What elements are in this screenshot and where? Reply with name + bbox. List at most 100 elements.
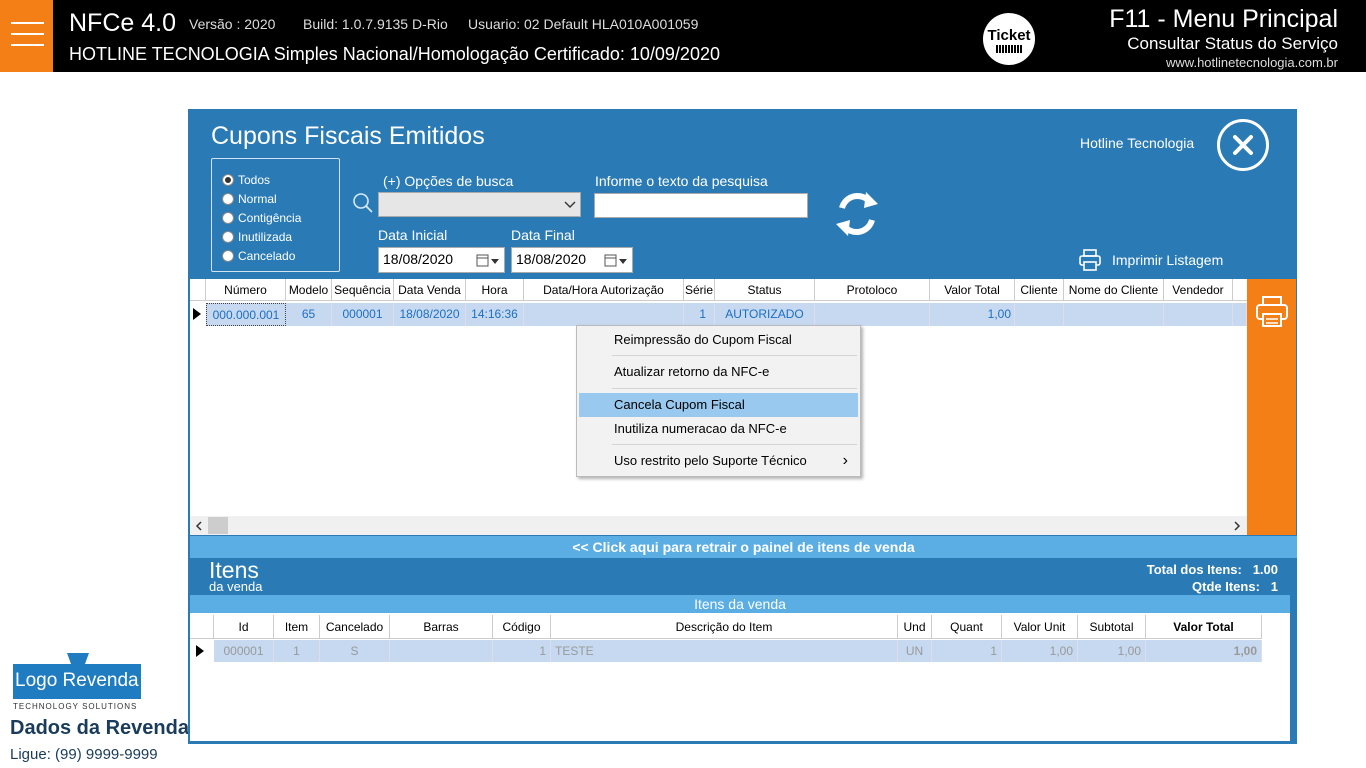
col-serie[interactable]: Série: [684, 279, 715, 301]
row-pointer-icon: [196, 645, 204, 657]
dialog-title: Cupons Fiscais Emitidos: [211, 122, 485, 150]
table-cell[interactable]: 14:16:36: [466, 303, 524, 326]
col-valor-total[interactable]: Valor Total: [930, 279, 1015, 301]
col-item[interactable]: Item: [274, 615, 320, 639]
col-cliente[interactable]: Cliente: [1015, 279, 1064, 301]
calendar-icon[interactable]: [604, 254, 628, 268]
col-protocolo[interactable]: Protoloco: [815, 279, 930, 301]
hamburger-icon-line: [11, 33, 44, 35]
table-cell[interactable]: 65: [286, 303, 332, 326]
radio-icon: [222, 193, 234, 205]
horizontal-scrollbar[interactable]: [190, 516, 1247, 535]
reseller-logo-text: Logo Revenda: [15, 670, 139, 691]
hamburger-menu-button[interactable]: [0, 0, 53, 72]
col-codigo[interactable]: Código: [493, 615, 551, 639]
print-side-button[interactable]: [1247, 279, 1296, 535]
service-status-link[interactable]: Consultar Status do Serviço: [1127, 34, 1338, 54]
table-cell[interactable]: [1164, 303, 1233, 326]
refresh-icon[interactable]: [832, 186, 882, 242]
chevron-down-icon: [564, 201, 576, 208]
scroll-thumb[interactable]: [208, 517, 228, 534]
chevron-right-icon: ›: [842, 452, 848, 469]
calendar-icon[interactable]: [476, 254, 500, 268]
col-barras[interactable]: Barras: [390, 615, 493, 639]
filter-contigencia[interactable]: Contigência: [222, 209, 301, 227]
retract-items-panel-button[interactable]: << Click aqui para retrair o painel de i…: [190, 536, 1297, 558]
date-start-value: 18/08/2020: [383, 251, 454, 267]
chevron-right-icon[interactable]: [1233, 521, 1241, 531]
col-autorizacao[interactable]: Data/Hora Autorização: [524, 279, 684, 301]
barcode-icon: [996, 45, 1022, 53]
col-numero[interactable]: Número: [206, 279, 286, 301]
col-nome-cliente[interactable]: Nome do Cliente: [1064, 279, 1164, 301]
table-cell[interactable]: 1: [274, 640, 320, 662]
menu-title[interactable]: F11 - Menu Principal: [1109, 5, 1338, 34]
search-input[interactable]: [594, 193, 808, 218]
menu-item-support-label: Uso restrito pelo Suporte Técnico: [614, 453, 807, 468]
col-valor-total[interactable]: Valor Total: [1146, 615, 1262, 639]
table-cell[interactable]: 000001: [332, 303, 394, 326]
menu-item-reprint[interactable]: Reimpressão do Cupom Fiscal: [579, 328, 858, 352]
row-indicator-header: [190, 279, 206, 301]
filter-normal[interactable]: Normal: [222, 190, 277, 208]
filter-inutilizada[interactable]: Inutilizada: [222, 228, 292, 246]
table-cell[interactable]: 1: [932, 640, 1002, 662]
table-cell[interactable]: 1: [684, 303, 715, 326]
date-start-field[interactable]: 18/08/2020: [378, 247, 505, 273]
total-value: 1.00: [1252, 562, 1278, 577]
ticket-logo-text: Ticket: [987, 27, 1031, 44]
company-line: HOTLINE TECNOLOGIA Simples Nacional/Homo…: [69, 44, 720, 64]
chevron-left-icon[interactable]: [195, 521, 203, 531]
close-button[interactable]: [1217, 119, 1269, 171]
menu-item-update-return[interactable]: Atualizar retorno da NFC-e: [579, 360, 858, 384]
table-row[interactable]: 000001: [214, 640, 274, 662]
col-und[interactable]: Und: [898, 615, 932, 639]
col-extra: [1233, 279, 1247, 301]
search-options-select[interactable]: [378, 192, 581, 217]
col-cancelado[interactable]: Cancelado: [320, 615, 390, 639]
menu-item-support[interactable]: Uso restrito pelo Suporte Técnico ›: [579, 449, 858, 473]
table-cell[interactable]: [524, 303, 684, 326]
col-hora[interactable]: Hora: [466, 279, 524, 301]
table-cell[interactable]: 1,00: [1002, 640, 1078, 662]
table-cell[interactable]: 1,00: [1146, 640, 1262, 662]
col-status[interactable]: Status: [715, 279, 815, 301]
filter-label: Inutilizada: [238, 230, 293, 244]
table-cell[interactable]: [390, 640, 493, 662]
date-end-value: 18/08/2020: [516, 251, 587, 267]
version: Versão : 2020: [189, 16, 276, 32]
search-text-label: Informe o texto da pesquisa: [595, 173, 768, 189]
col-modelo[interactable]: Modelo: [286, 279, 332, 301]
table-cell[interactable]: UN: [898, 640, 932, 662]
col-quant[interactable]: Quant: [932, 615, 1002, 639]
table-cell[interactable]: 1,00: [930, 303, 1015, 326]
filter-todos[interactable]: Todos: [222, 171, 270, 189]
menu-item-cancel-coupon[interactable]: Cancela Cupom Fiscal: [579, 393, 858, 417]
col-data-venda[interactable]: Data Venda: [394, 279, 466, 301]
filter-cancelado[interactable]: Cancelado: [222, 247, 295, 265]
date-end-field[interactable]: 18/08/2020: [511, 247, 633, 273]
table-cell[interactable]: 18/08/2020: [394, 303, 466, 326]
table-row[interactable]: 000.000.001: [206, 303, 286, 326]
table-cell[interactable]: [1015, 303, 1064, 326]
print-list-button[interactable]: Imprimir Listagem: [1078, 248, 1223, 272]
menu-item-inutiliza[interactable]: Inutiliza numeracao da NFC-e: [579, 417, 858, 441]
col-subtotal[interactable]: Subtotal: [1078, 615, 1146, 639]
col-valor-unit[interactable]: Valor Unit: [1002, 615, 1078, 639]
table-cell[interactable]: [1064, 303, 1164, 326]
col-descricao[interactable]: Descrição do Item: [551, 615, 898, 639]
table-cell[interactable]: 1,00: [1078, 640, 1146, 662]
col-sequencia[interactable]: Sequência: [332, 279, 394, 301]
search-options-label[interactable]: (+) Opções de busca: [383, 173, 513, 189]
menu-separator: [612, 355, 857, 356]
user-info: Usuario: 02 Default HLA010A001059: [468, 16, 699, 32]
table-cell[interactable]: 1: [493, 640, 551, 662]
website-link[interactable]: www.hotlinetecnologia.com.br: [1166, 55, 1338, 70]
table-cell[interactable]: AUTORIZADO: [715, 303, 815, 326]
table-cell[interactable]: TESTE: [551, 640, 898, 662]
col-vendedor[interactable]: Vendedor: [1164, 279, 1233, 301]
table-cell[interactable]: S: [320, 640, 390, 662]
hamburger-icon-line: [11, 44, 44, 46]
table-cell[interactable]: [815, 303, 930, 326]
col-id[interactable]: Id: [214, 615, 274, 639]
